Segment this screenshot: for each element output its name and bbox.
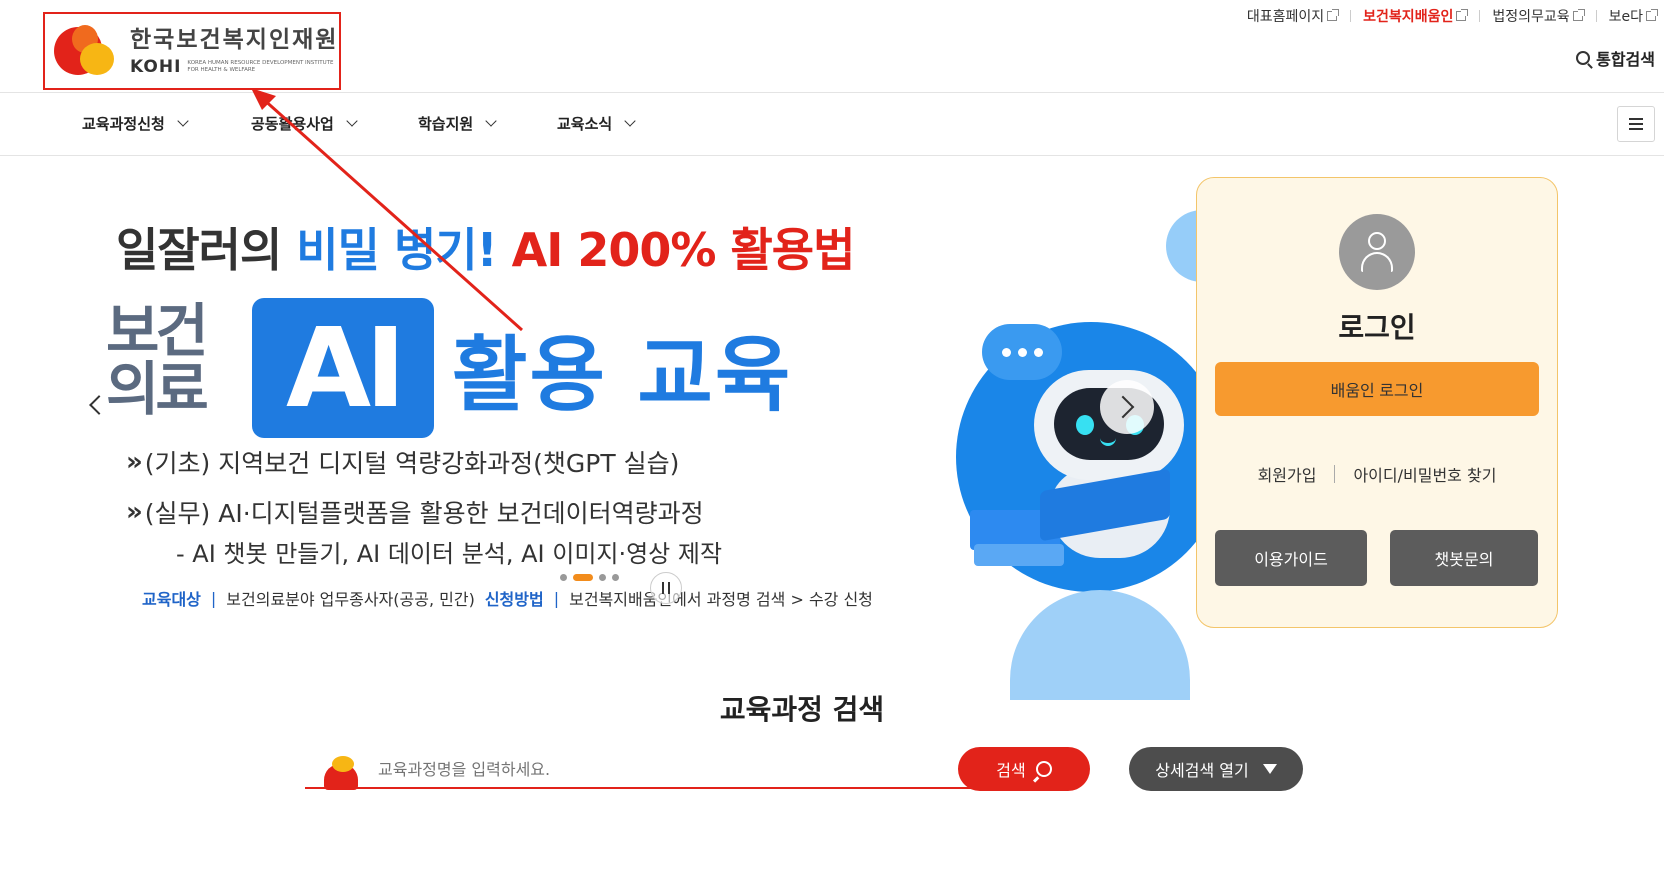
double-chevron-icon: » (126, 447, 143, 477)
banner-sub: - AI 챗봇 만들기, AI 데이터 분석, AI 이미지·영상 제작 (176, 540, 723, 568)
external-link-icon (1572, 9, 1585, 21)
chevron-down-icon (624, 115, 636, 127)
course-search-title: 교육과정 검색 (719, 693, 885, 726)
util-link-boeda[interactable]: 보e다 (1595, 6, 1658, 26)
total-search-button[interactable]: 통합검색 (1576, 46, 1655, 70)
total-search-label: 통합검색 (1596, 50, 1655, 69)
menu-icon[interactable] (1617, 106, 1655, 142)
double-chevron-icon: » (126, 497, 143, 527)
search-icon (1576, 51, 1591, 65)
pagination-dot[interactable] (599, 574, 606, 581)
find-id-password-link[interactable]: 아이디/비밀번호 찾기 (1353, 462, 1496, 486)
baeumin-login-button[interactable]: 배움인 로그인 (1215, 362, 1539, 416)
banner-headline: 일잘러의 비밀 병기! AI 200% 활용법 (116, 223, 855, 277)
chevron-down-icon (485, 115, 497, 127)
caret-down-icon (1262, 764, 1277, 774)
banner-pagination (560, 574, 619, 581)
banner-target-info: 교육대상 | 보건의료분야 업무종사자(공공, 민간) 신청방법 | 보건복지배… (142, 588, 873, 610)
course-search-input[interactable] (378, 754, 948, 784)
advanced-search-button[interactable]: 상세검색 열기 (1129, 747, 1303, 791)
join-link[interactable]: 회원가입 (1258, 462, 1317, 486)
external-link-icon (1646, 9, 1658, 21)
banner-bullet-1: » (기초) 지역보건 디지털 역량강화과정(챗GPT 실습) (126, 447, 680, 478)
login-links: 회원가입 아이디/비밀번호 찾기 (1197, 462, 1557, 486)
banner-stack-text: 보건 의료 (106, 297, 209, 423)
chevron-down-icon (177, 115, 189, 127)
nav-item-education-news[interactable]: 교육소식 (557, 113, 636, 134)
pagination-dot-active[interactable] (573, 574, 593, 581)
user-guide-button[interactable]: 이용가이드 (1215, 530, 1367, 586)
chat-bubble-icon (982, 324, 1062, 380)
login-panel: 로그인 배움인 로그인 회원가입 아이디/비밀번호 찾기 이용가이드 챗봇문의 (1196, 177, 1558, 628)
course-search-button[interactable]: 검색 (958, 747, 1090, 791)
external-link-icon (1456, 9, 1469, 21)
nav-item-shared-project[interactable]: 공동활용사업 (251, 113, 358, 134)
util-link-baeumin[interactable]: 보건복지배움인 (1350, 6, 1479, 26)
banner-bullet-2: » (실무) AI·디지털플랫폼을 활용한 보건데이터역량과정 (126, 497, 704, 528)
search-icon (1035, 761, 1052, 777)
nav-item-course-apply[interactable]: 교육과정신청 (82, 113, 189, 134)
user-avatar-icon (1339, 214, 1415, 290)
chatbot-inquiry-button[interactable]: 챗봇문의 (1390, 530, 1538, 586)
utility-links: 대표홈페이지 보건복지배움인 법정의무교육 보e다 (1234, 6, 1658, 26)
robot-illustration (870, 210, 1238, 700)
pagination-dot[interactable] (612, 574, 619, 581)
chevron-down-icon (346, 115, 358, 127)
page: 한국보건복지인재원 KOHI KOREA HUMAN RESOURCE DEVE… (0, 0, 1664, 872)
pagination-dot[interactable] (560, 574, 567, 581)
util-link-main-homepage[interactable]: 대표홈페이지 (1234, 6, 1350, 26)
banner-ai-box: AI (252, 298, 434, 438)
login-title: 로그인 (1338, 311, 1416, 344)
mascot-icon (322, 756, 360, 790)
banner-title: 활용 교육 (452, 328, 793, 423)
banner-next-arrow-icon[interactable] (1100, 380, 1154, 434)
highlight-box (43, 12, 341, 90)
search-underline (305, 787, 975, 789)
main-navigation: 교육과정신청 공동활용사업 학습지원 교육소식 (0, 92, 1664, 156)
nav-item-learning-support[interactable]: 학습지원 (418, 113, 497, 134)
util-link-mandatory-education[interactable]: 법정의무교육 (1479, 6, 1595, 26)
external-link-icon (1327, 9, 1340, 21)
pause-icon[interactable] (650, 572, 682, 604)
